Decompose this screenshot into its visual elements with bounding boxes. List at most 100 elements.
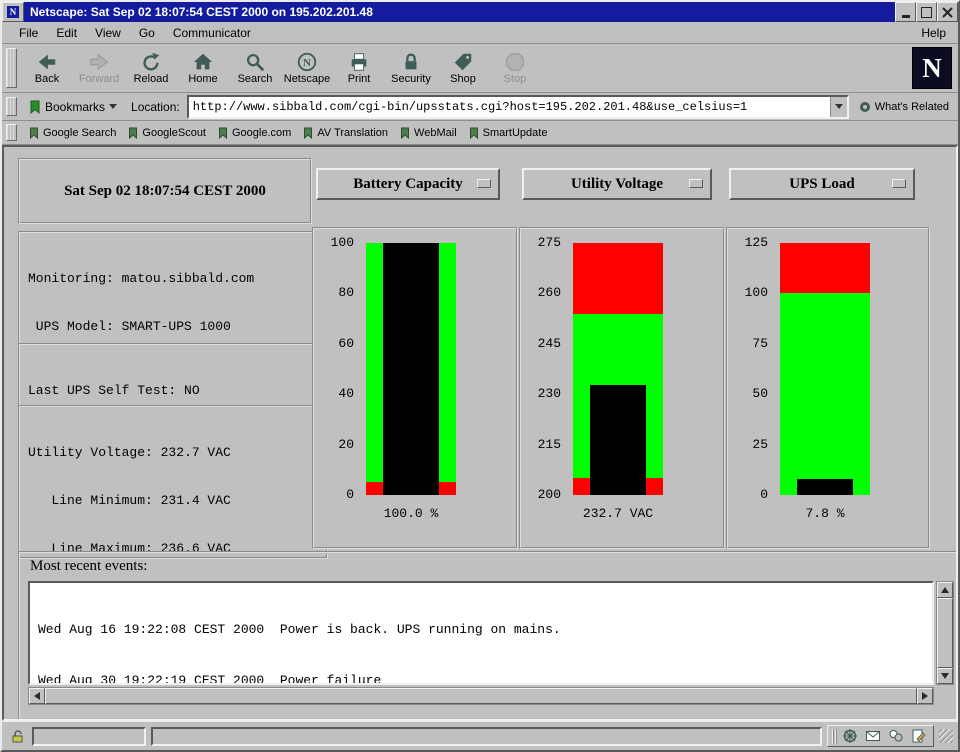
toolbar-button-label: Netscape xyxy=(284,73,330,85)
maximize-icon xyxy=(921,7,932,18)
utility-voltage-select[interactable]: Utility Voltage xyxy=(522,168,712,200)
whats-related-button[interactable]: What's Related xyxy=(854,99,954,115)
bookmark-smartupdate[interactable]: SmartUpdate xyxy=(469,127,548,139)
stop-button: Stop xyxy=(489,45,541,91)
chart-bar xyxy=(780,243,870,495)
event-entry: Wed Aug 16 19:22:08 CEST 2000 Power is b… xyxy=(38,621,924,638)
component-bar-grip[interactable] xyxy=(832,729,837,744)
arrow-left-icon xyxy=(34,692,40,700)
print-button[interactable]: Print xyxy=(333,45,385,91)
reload-button[interactable]: Reload xyxy=(125,45,177,91)
chart-y-axis: 100806040200 xyxy=(318,243,354,495)
personal-toolbar: Google Search GoogleScout Google.com AV … xyxy=(2,121,958,145)
battery-capacity-chart: 100806040200 100.0 % xyxy=(312,227,518,549)
events-section: Most recent events: Wed Aug 16 19:22:08 … xyxy=(18,551,958,721)
horizontal-scroll-thumb[interactable] xyxy=(45,688,917,704)
utility-voltage-chart: 275260245230215200 232.7 VAC xyxy=(519,227,725,549)
bookmark-webmail[interactable]: WebMail xyxy=(400,127,457,139)
composer-pen-icon xyxy=(911,728,927,744)
app-icon: N xyxy=(7,6,19,18)
window-menu-button[interactable]: N xyxy=(2,2,24,22)
security-indicator[interactable] xyxy=(7,728,27,744)
back-button[interactable]: Back xyxy=(21,45,73,91)
bookmark-googlescout[interactable]: GoogleScout xyxy=(128,127,206,139)
ups-load-select[interactable]: UPS Load xyxy=(729,168,915,200)
info-line: Monitoring: matou.sibbald.com xyxy=(28,271,318,287)
horizontal-scrollbar[interactable] xyxy=(28,687,934,705)
scroll-up-button[interactable] xyxy=(937,582,953,598)
vertical-scrollbar[interactable] xyxy=(936,581,954,685)
shop-button[interactable]: Shop xyxy=(437,45,489,91)
axis-tick-label: 275 xyxy=(538,236,561,250)
scroll-right-button[interactable] xyxy=(917,688,933,704)
option-menu-indicator-icon xyxy=(689,179,703,188)
bookmark-google-search[interactable]: Google Search xyxy=(29,127,116,139)
info-line: Line Minimum: 231.4 VAC xyxy=(28,493,318,509)
menu-communicator[interactable]: Communicator xyxy=(164,24,260,42)
bookmark-icon xyxy=(29,127,39,139)
toolbar-collapse-grip[interactable] xyxy=(6,48,17,88)
bookmark-label: AV Translation xyxy=(317,127,388,139)
search-button[interactable]: Search xyxy=(229,45,281,91)
option-menu-indicator-icon xyxy=(477,179,491,188)
menu-edit[interactable]: Edit xyxy=(47,24,86,42)
composer-component-button[interactable] xyxy=(909,727,929,745)
chart-zone xyxy=(780,293,870,495)
vertical-scroll-thumb[interactable] xyxy=(937,598,953,668)
scroll-down-button[interactable] xyxy=(937,668,953,684)
whats-related-label: What's Related xyxy=(875,101,949,113)
bookmark-label: WebMail xyxy=(414,127,457,139)
chart-plot-area: 1251007550250 xyxy=(728,243,928,495)
bookmark-icon xyxy=(303,127,313,139)
netscape-logo[interactable]: N xyxy=(912,47,952,89)
axis-tick-label: 0 xyxy=(760,488,768,502)
scroll-left-button[interactable] xyxy=(29,688,45,704)
security-button[interactable]: Security xyxy=(385,45,437,91)
close-button[interactable] xyxy=(937,2,958,22)
chart-bar xyxy=(366,243,456,495)
mailbox-component-button[interactable] xyxy=(863,727,883,745)
netscape-button[interactable]: N Netscape xyxy=(281,45,333,91)
menu-go[interactable]: Go xyxy=(130,24,164,42)
menu-help[interactable]: Help xyxy=(917,24,950,42)
minimize-button[interactable] xyxy=(895,2,916,22)
select-label: Battery Capacity xyxy=(353,176,463,193)
chart-value-label: 232.7 VAC xyxy=(573,506,663,521)
window-resize-grip[interactable] xyxy=(939,729,953,743)
bookmark-google-com[interactable]: Google.com xyxy=(218,127,291,139)
scrollbar-corner xyxy=(936,687,954,705)
axis-tick-label: 230 xyxy=(538,387,561,401)
bookmark-label: Google.com xyxy=(232,127,291,139)
bookmark-av-translation[interactable]: AV Translation xyxy=(303,127,388,139)
url-combo xyxy=(187,95,849,119)
toolbar-button-label: Print xyxy=(348,73,371,85)
status-bar xyxy=(2,721,958,750)
url-input[interactable] xyxy=(189,97,830,117)
status-message-area xyxy=(151,727,822,746)
toolbar-button-label: Search xyxy=(238,73,273,85)
axis-tick-label: 260 xyxy=(538,286,561,300)
menu-file[interactable]: File xyxy=(10,24,47,42)
axis-tick-label: 25 xyxy=(752,438,768,452)
maximize-button[interactable] xyxy=(916,2,937,22)
battery-capacity-select[interactable]: Battery Capacity xyxy=(316,168,500,200)
menu-view[interactable]: View xyxy=(86,24,130,42)
bookmarks-button[interactable]: Bookmarks xyxy=(24,98,122,116)
component-bar xyxy=(827,725,934,747)
url-history-dropdown[interactable] xyxy=(830,97,847,117)
bookmark-icon xyxy=(400,127,410,139)
chart-zone xyxy=(780,243,870,293)
toolbar-spacer xyxy=(541,45,912,91)
toolbar-collapse-grip[interactable] xyxy=(6,97,17,116)
toolbar-collapse-grip[interactable] xyxy=(6,124,17,141)
navigator-component-button[interactable] xyxy=(840,727,860,745)
home-button[interactable]: Home xyxy=(177,45,229,91)
discussions-component-button[interactable] xyxy=(886,727,906,745)
axis-tick-label: 40 xyxy=(338,387,354,401)
home-icon xyxy=(191,51,215,73)
mail-icon xyxy=(865,728,881,744)
price-tag-icon xyxy=(451,51,475,73)
window-title: Netscape: Sat Sep 02 18:07:54 CEST 2000 … xyxy=(24,2,895,22)
titlebar[interactable]: N Netscape: Sat Sep 02 18:07:54 CEST 200… xyxy=(2,2,958,22)
select-label: UPS Load xyxy=(789,176,854,193)
